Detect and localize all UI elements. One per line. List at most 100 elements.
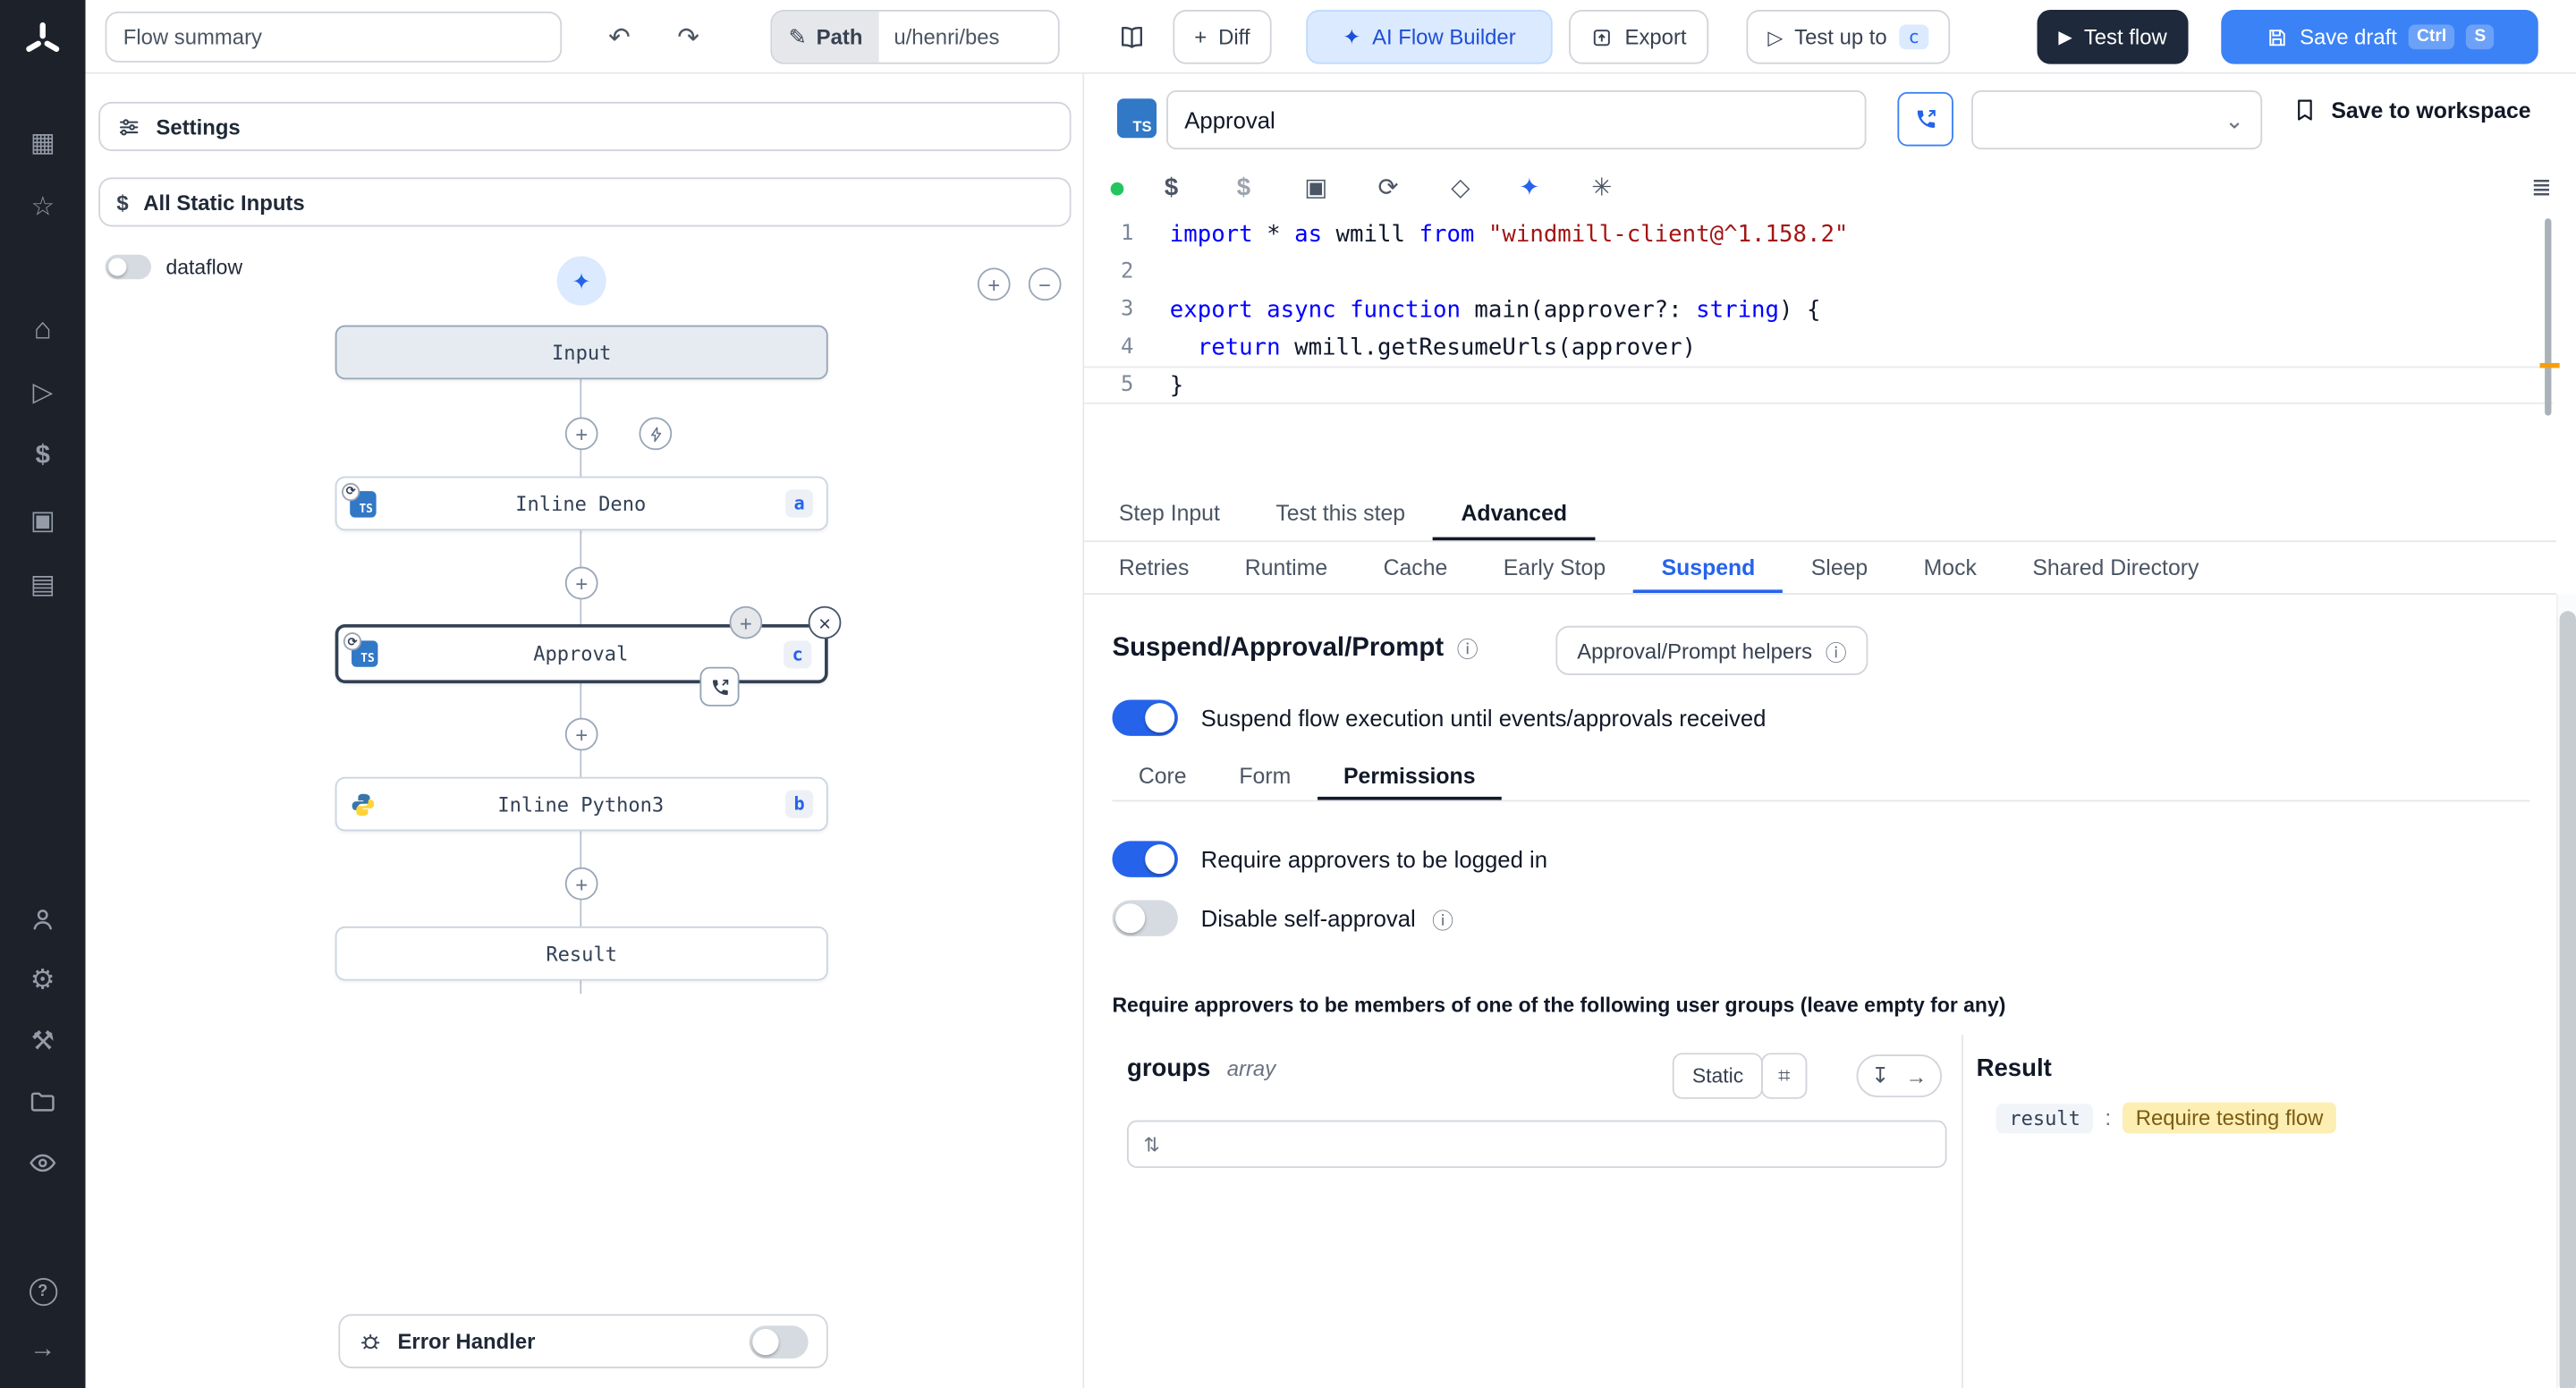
redo-button[interactable]: ↷ — [664, 13, 713, 62]
tab-early-stop[interactable]: Early Stop — [1476, 542, 1634, 593]
ai-gen-icon[interactable]: ✳ — [1580, 167, 1623, 207]
help-icon[interactable]: ? — [0, 1266, 86, 1316]
reload-icon[interactable]: ⟳ — [1367, 167, 1410, 207]
flow-settings-row[interactable]: Settings — [98, 101, 1072, 151]
flow-node-inline-deno[interactable]: TS ⟳ Inline Deno a — [335, 476, 828, 531]
audit-logs-icon[interactable] — [0, 1138, 86, 1188]
suspend-section-title: Suspend/Approval/Prompt — [1112, 633, 1445, 662]
resource-picker-icon[interactable]: $ — [1223, 167, 1266, 207]
tab-permissions[interactable]: Permissions — [1318, 752, 1502, 800]
node-delete-button[interactable]: × — [808, 605, 842, 639]
zoom-in-button[interactable]: + — [977, 267, 1011, 301]
flow-node-input[interactable]: Input — [335, 325, 828, 380]
docs-book-icon[interactable] — [1107, 13, 1157, 62]
node-add-branch-button[interactable]: + — [729, 605, 763, 639]
resources-icon[interactable]: ▣ — [0, 496, 86, 546]
static-mode-button[interactable]: Static — [1672, 1053, 1764, 1099]
node-result-label: Result — [546, 942, 618, 966]
json-editor-toggle-button[interactable]: ⌗ — [1760, 1053, 1808, 1099]
template-select[interactable]: ⌄ — [1971, 90, 2263, 150]
runs-icon[interactable]: ▷ — [0, 368, 86, 417]
test-flow-button[interactable]: ▶ Test flow — [2037, 10, 2189, 64]
expand-collapse-icon[interactable]: ⇅ — [1143, 1132, 1159, 1155]
groups-input[interactable]: ⇅ — [1126, 1120, 1947, 1168]
tab-retries[interactable]: Retries — [1091, 542, 1217, 593]
tab-mock[interactable]: Mock — [1895, 542, 2004, 593]
export-button[interactable]: Export — [1569, 10, 1708, 64]
require-login-toggle[interactable] — [1112, 841, 1178, 877]
editor-modified-marker — [2539, 362, 2560, 368]
tab-step-input[interactable]: Step Input — [1091, 487, 1249, 541]
typescript-icon: TS ⟳ — [343, 632, 378, 667]
favorites-icon[interactable]: ☆ — [0, 182, 86, 232]
approval-phone-button[interactable] — [699, 666, 740, 707]
home-icon[interactable]: ⌂ — [0, 304, 86, 353]
variable-picker-icon[interactable]: $ — [1150, 167, 1193, 207]
connect-arrow-icon[interactable]: → — [1906, 1063, 1928, 1088]
library-icon[interactable]: ≣ — [2521, 167, 2563, 207]
editor-scrollbar-thumb[interactable] — [2545, 218, 2552, 416]
boards-icon[interactable]: ▦ — [0, 118, 86, 167]
diff-label: Diff — [1218, 24, 1250, 50]
tab-cache[interactable]: Cache — [1355, 542, 1475, 593]
approval-prompt-helpers-button[interactable]: Approval/Prompt helpers ⓘ — [1555, 625, 1868, 675]
info-icon[interactable]: ⓘ — [1457, 632, 1479, 664]
workers-icon[interactable]: ⚒ — [0, 1017, 86, 1066]
expand-sidebar-icon[interactable]: → — [0, 1325, 86, 1375]
undo-button[interactable]: ↶ — [595, 13, 644, 62]
panel-scrollbar-thumb[interactable] — [2559, 611, 2576, 1388]
save-draft-button[interactable]: Save draft Ctrl S — [2221, 10, 2538, 64]
suspend-toggle[interactable] — [1112, 699, 1178, 736]
panel-divider — [1962, 1035, 1963, 1388]
windmill-logo-icon[interactable] — [0, 13, 86, 69]
panel-scrollbar-track[interactable] — [2555, 594, 2576, 1388]
add-step-button-4[interactable]: + — [564, 867, 598, 901]
step-name-input[interactable] — [1166, 90, 1867, 150]
variables-icon[interactable]: $ — [0, 432, 86, 481]
ai-flow-builder-button[interactable]: ✦ AI Flow Builder — [1306, 10, 1553, 64]
insert-value-icon[interactable]: ↧ — [1871, 1062, 1889, 1088]
bookmark-icon — [2298, 99, 2312, 121]
help-glyph: ? — [29, 1277, 57, 1306]
path-button[interactable]: ✎ Path — [772, 11, 879, 63]
tab-core[interactable]: Core — [1112, 752, 1213, 800]
tab-advanced[interactable]: Advanced — [1433, 487, 1595, 541]
add-step-button-3[interactable]: + — [564, 717, 598, 751]
tab-shared-directory[interactable]: Shared Directory — [2004, 542, 2227, 593]
zoom-out-button[interactable]: − — [1028, 267, 1062, 301]
users-icon[interactable] — [0, 895, 86, 944]
ai-wand-button[interactable]: ✦ — [556, 256, 606, 306]
save-to-workspace-button[interactable]: Save to workspace — [2292, 97, 2531, 123]
groups-field-label: groups — [1126, 1054, 1211, 1083]
trigger-zap-button[interactable] — [639, 417, 673, 451]
node-approval-label: Approval — [533, 642, 629, 665]
all-static-inputs-row[interactable]: $ All Static Inputs — [98, 177, 1072, 227]
test-up-to-button[interactable]: ▷ Test up to c — [1746, 10, 1951, 64]
add-step-button-1[interactable]: + — [564, 417, 598, 451]
helpers-label: Approval/Prompt helpers — [1577, 638, 1813, 664]
flow-summary-input[interactable] — [105, 11, 563, 63]
schedules-icon[interactable]: ▤ — [0, 560, 86, 609]
path-value[interactable]: u/henri/bes — [879, 25, 1058, 50]
ai-assistant-wand-icon[interactable]: ✦ — [1508, 167, 1551, 207]
error-handler-row[interactable]: Error Handler — [338, 1314, 828, 1368]
add-step-button-2[interactable]: + — [564, 566, 598, 600]
tab-form[interactable]: Form — [1213, 752, 1318, 800]
suspend-phone-button[interactable] — [1897, 91, 1953, 147]
flow-node-inline-python[interactable]: Inline Python3 b — [335, 776, 828, 832]
folders-icon[interactable] — [0, 1078, 86, 1127]
tab-suspend[interactable]: Suspend — [1633, 542, 1783, 593]
tab-runtime[interactable]: Runtime — [1217, 542, 1356, 593]
settings-icon[interactable]: ⚙ — [0, 956, 86, 1005]
info-icon[interactable]: ⓘ — [1432, 902, 1453, 934]
dataflow-toggle[interactable] — [105, 254, 151, 280]
error-handler-toggle[interactable] — [749, 1325, 809, 1358]
diff-button[interactable]: + Diff — [1173, 10, 1272, 64]
tab-sleep[interactable]: Sleep — [1784, 542, 1896, 593]
package-icon[interactable]: ▣ — [1294, 167, 1337, 207]
disable-self-approval-toggle[interactable] — [1112, 900, 1178, 936]
format-icon[interactable]: ◇ — [1439, 167, 1482, 207]
tab-test-this-step[interactable]: Test this step — [1248, 487, 1433, 541]
code-editor[interactable]: 1 import * as wmill from "windmill-client… — [1084, 216, 2554, 404]
flow-node-result[interactable]: Result — [335, 926, 828, 981]
